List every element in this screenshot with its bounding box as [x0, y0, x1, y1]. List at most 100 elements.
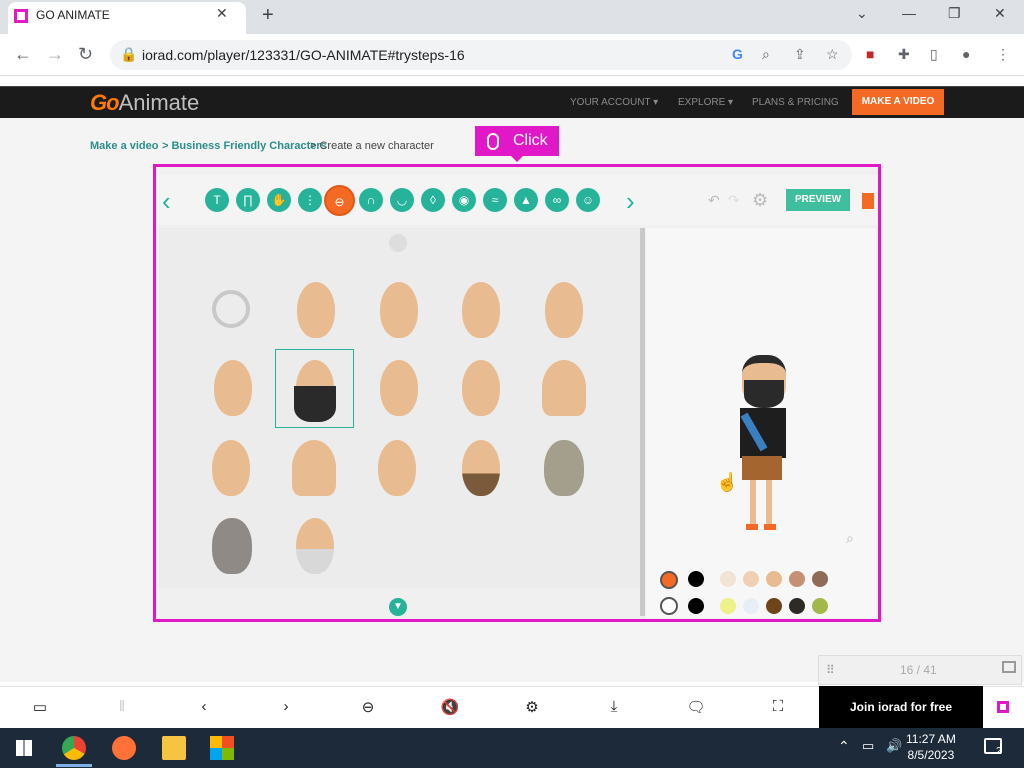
windows-start-icon[interactable]	[16, 740, 32, 756]
skull-option[interactable]	[212, 518, 252, 574]
system-clock[interactable]: 11:27 AM 8/5/2023	[906, 731, 956, 763]
redo-icon[interactable]: ↷	[728, 192, 740, 209]
zoom-out-icon[interactable]: ⊖	[356, 698, 380, 716]
color-swatch[interactable]	[789, 598, 805, 614]
color-swatch[interactable]	[766, 571, 782, 587]
color-swatch[interactable]	[743, 598, 759, 614]
face-option[interactable]	[545, 282, 583, 338]
glasses-icon[interactable]: ∞	[545, 188, 569, 212]
preview-button[interactable]: PREVIEW	[786, 189, 850, 211]
panel-divider[interactable]	[640, 228, 645, 616]
none-option-icon[interactable]	[212, 290, 250, 328]
new-tab-button[interactable]: +	[262, 4, 274, 27]
color-swatch[interactable]	[766, 598, 782, 614]
share-icon[interactable]: ⇪	[794, 46, 806, 63]
hand-icon[interactable]: ✋	[267, 188, 291, 212]
mouth-icon[interactable]: ◡	[390, 188, 414, 212]
nav-explore[interactable]: EXPLORE ▾	[678, 97, 733, 108]
restore-icon[interactable]: —	[902, 5, 916, 21]
color-swatch[interactable]	[688, 571, 704, 587]
url-text[interactable]: iorad.com/player/123331/GO-ANIMATE#tryst…	[142, 47, 465, 63]
save-icon[interactable]	[862, 193, 874, 209]
fullscreen-icon[interactable]: ⛶	[766, 698, 790, 715]
eye-icon[interactable]: ◉	[452, 188, 476, 212]
undo-icon[interactable]: ↶	[708, 192, 720, 209]
window-close-icon[interactable]: ✕	[994, 5, 1006, 22]
eyebrow-icon[interactable]: ≈	[483, 188, 507, 212]
color-swatch[interactable]	[720, 598, 736, 614]
skull-option[interactable]	[544, 440, 584, 496]
iorad-logo-icon[interactable]	[997, 701, 1009, 713]
extension-shield-icon[interactable]: ■	[866, 46, 874, 62]
nav-your-account[interactable]: YOUR ACCOUNT ▾	[570, 97, 658, 108]
nav-plans-pricing[interactable]: PLANS & PRICING	[752, 97, 839, 108]
chrome-icon[interactable]	[62, 736, 86, 760]
breadcrumb-business-characters[interactable]: > Business Friendly Characters	[162, 140, 327, 152]
face-option[interactable]	[380, 360, 418, 416]
face-option[interactable]	[462, 360, 500, 416]
goanimate-logo[interactable]: GoAnimate	[90, 90, 199, 116]
google-icon[interactable]: G	[732, 46, 743, 62]
color-swatch[interactable]	[789, 571, 805, 587]
settings-gear-icon[interactable]: ⚙	[752, 190, 768, 211]
tab-close-icon[interactable]: ✕	[216, 5, 228, 22]
forward-icon[interactable]: →	[46, 44, 64, 65]
zoom-icon[interactable]: ⌕	[762, 46, 770, 63]
hair-icon[interactable]: ∩	[359, 188, 383, 212]
screen-mode-icon[interactable]: ▭	[28, 698, 52, 716]
make-a-video-button[interactable]: MAKE A VIDEO	[852, 89, 944, 115]
scroll-down-icon[interactable]: ▼	[389, 598, 407, 616]
player-settings-icon[interactable]: ⚙	[520, 698, 544, 716]
face-option[interactable]	[462, 440, 500, 496]
previous-step-icon[interactable]: ‹	[192, 698, 216, 715]
face-option[interactable]	[212, 440, 250, 496]
back-icon[interactable]: ←	[14, 44, 32, 65]
side-panel-icon[interactable]: ▯	[930, 46, 938, 63]
color-swatch[interactable]	[812, 571, 828, 587]
maximize-icon[interactable]: ❐	[948, 5, 961, 22]
reload-icon[interactable]: ↻	[78, 44, 93, 65]
join-iorad-button[interactable]: Join iorad for free	[819, 686, 983, 728]
store-icon[interactable]	[210, 736, 234, 760]
face-option[interactable]	[296, 518, 334, 574]
category-next-icon[interactable]: ›	[626, 186, 635, 217]
category-prev-icon[interactable]: ‹	[162, 186, 171, 217]
minimize-icon[interactable]: ⌄	[856, 5, 868, 22]
file-explorer-icon[interactable]	[162, 736, 186, 760]
face-option[interactable]	[380, 282, 418, 338]
skin-color-tool-icon[interactable]	[660, 571, 678, 589]
face-option[interactable]	[214, 360, 252, 416]
beard-icon[interactable]: ☺	[576, 188, 600, 212]
beard-color-tool-icon[interactable]	[660, 597, 678, 615]
minimize-panel-icon[interactable]	[1002, 661, 1016, 673]
extensions-puzzle-icon[interactable]: ✚	[898, 46, 910, 63]
pause-icon[interactable]: ‖	[110, 698, 134, 715]
color-swatch[interactable]	[812, 598, 828, 614]
breadcrumb-make-video[interactable]: Make a video	[90, 140, 158, 152]
face-option[interactable]	[378, 440, 416, 496]
color-swatch[interactable]	[743, 571, 759, 587]
pants-icon[interactable]: ∏	[236, 188, 260, 212]
volume-icon[interactable]: 🔊	[886, 738, 902, 754]
color-swatch[interactable]	[688, 598, 704, 614]
mute-icon[interactable]: 🔇	[438, 698, 462, 716]
network-icon[interactable]: ▭	[862, 738, 874, 754]
tray-chevron-icon[interactable]: ⌃	[838, 738, 850, 755]
nose-icon[interactable]: ▲	[514, 188, 538, 212]
comment-icon[interactable]: 🗨	[684, 698, 708, 716]
shirt-icon[interactable]: T	[205, 188, 229, 212]
face-shape-icon[interactable]: ⊖	[324, 185, 355, 216]
bookmark-star-icon[interactable]: ☆	[826, 46, 839, 63]
firefox-icon[interactable]	[112, 736, 136, 760]
profile-avatar-icon[interactable]: ●	[962, 46, 970, 62]
drag-handle-icon[interactable]: ⠿	[826, 663, 835, 677]
leaf-icon[interactable]: ◊	[421, 188, 445, 212]
zoom-preview-icon[interactable]: ⌕	[846, 530, 854, 547]
color-swatch[interactable]	[720, 571, 736, 587]
next-step-icon[interactable]: ›	[274, 698, 298, 715]
shoes-icon[interactable]: ⋮	[298, 188, 322, 212]
download-icon[interactable]: ⤓	[602, 698, 626, 715]
menu-icon[interactable]: ⋮	[996, 46, 1010, 63]
face-option[interactable]	[462, 282, 500, 338]
face-option[interactable]	[542, 360, 586, 416]
